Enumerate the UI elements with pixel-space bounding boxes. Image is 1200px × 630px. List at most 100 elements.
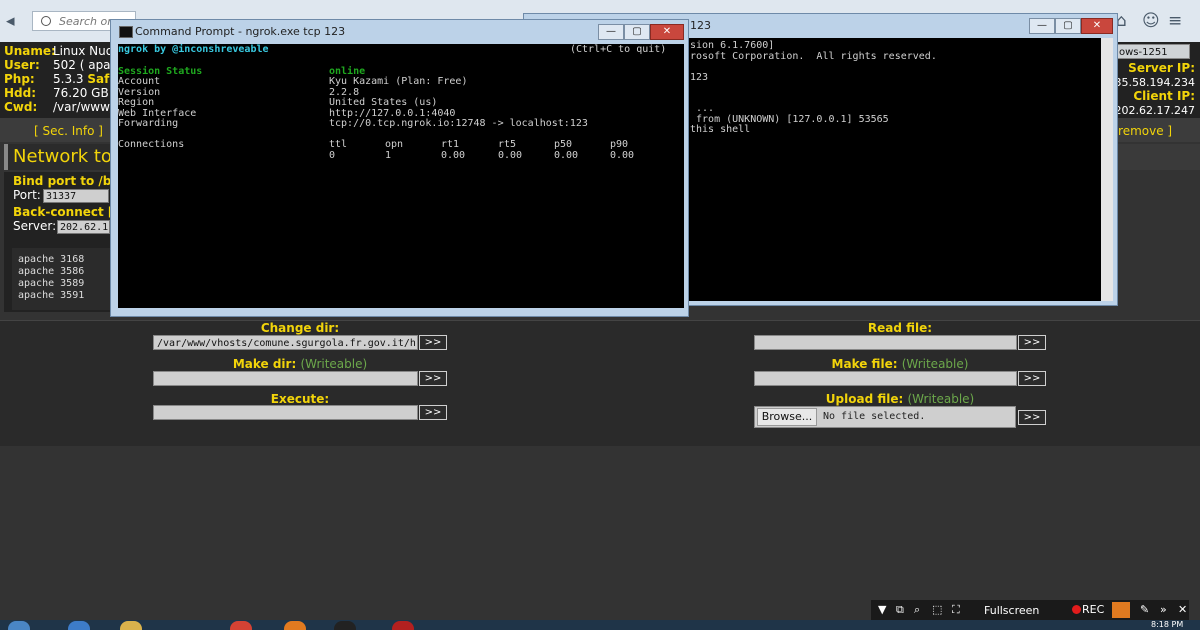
search-icon	[41, 16, 51, 26]
header-right-fill	[1112, 144, 1200, 170]
close-icon[interactable]: ✕	[1178, 603, 1187, 616]
conn-value: 1	[385, 150, 392, 161]
cmd-back-title: 123	[690, 19, 711, 32]
conn-header: rt5	[498, 139, 517, 150]
hdd-value: 76.20 GB	[53, 86, 109, 100]
conn-header: rt1	[441, 139, 460, 150]
start-button[interactable]	[8, 621, 30, 630]
conn-value: 0	[329, 150, 336, 161]
execute-go-button[interactable]: >>	[419, 405, 447, 420]
minimize-button[interactable]: —	[1029, 18, 1055, 34]
make-file-go-button[interactable]: >>	[1018, 371, 1046, 386]
back-icon[interactable]: ◂	[6, 12, 15, 30]
process-row: apache 3168	[18, 254, 85, 265]
browse-button[interactable]: Browse...	[757, 408, 817, 426]
recorder-taskbar-icon[interactable]	[392, 621, 414, 630]
fullscreen-button[interactable]: Fullscreen	[984, 604, 1039, 617]
zoom-icon[interactable]: ⌕	[914, 603, 920, 617]
client-ip-value: 202.62.17.247	[1114, 104, 1195, 117]
fullscreen-icon[interactable]: ⛶	[952, 603, 960, 617]
forwarding-value: tcp://0.tcp.ngrok.io:12748 -> localhost:…	[329, 118, 588, 129]
conn-header: p90	[610, 139, 629, 150]
chat-icon[interactable]: ☺	[1142, 12, 1160, 30]
cmd-taskbar-icon[interactable]	[334, 621, 356, 630]
execute-input[interactable]	[153, 405, 418, 420]
forwarding-key: Forwarding	[118, 118, 179, 129]
conn-value: 0.00	[610, 150, 635, 161]
hdd-label: Hdd:	[4, 86, 37, 100]
make-dir-label: Make dir: (Writeable)	[232, 357, 368, 371]
explorer-icon[interactable]	[120, 621, 142, 630]
console-line: rosoft Corporation. All rights reserved.	[690, 51, 937, 62]
ie-icon[interactable]	[68, 621, 90, 630]
php-value: 5.3.3 Safe	[53, 72, 117, 86]
network-tools-title: Network too	[13, 146, 123, 167]
record-button[interactable]: REC	[1082, 603, 1104, 616]
menu-icon[interactable]: ≡	[1168, 12, 1182, 30]
make-dir-go-button[interactable]: >>	[419, 371, 447, 386]
cmd-ngrok-title: Command Prompt - ngrok.exe tcp 123	[135, 25, 346, 38]
pen-icon[interactable]: ✎	[1140, 603, 1149, 616]
camera-icon[interactable]	[1112, 602, 1130, 618]
region-value: United States (us)	[329, 97, 438, 108]
user-label: User:	[4, 58, 40, 72]
change-dir-go-button[interactable]: >>	[419, 335, 447, 350]
console-line: sion 6.1.7600]	[690, 40, 775, 51]
window-icon[interactable]: ⧉	[896, 603, 904, 617]
collapse-icon[interactable]: »	[1160, 603, 1167, 616]
change-dir-label: Change dir:	[260, 321, 340, 335]
uname-label: Uname:	[4, 44, 56, 58]
process-row: apache 3589	[18, 278, 85, 289]
make-file-input[interactable]	[754, 371, 1017, 386]
sec-info-link[interactable]: [ Sec. Info ]	[34, 124, 103, 138]
no-file-text: No file selected.	[823, 411, 926, 422]
region-select-icon[interactable]: ⬚	[932, 603, 942, 616]
upload-go-button[interactable]: >>	[1018, 410, 1046, 425]
conn-header: opn	[385, 139, 404, 150]
upload-file-label: Upload file: (Writeable)	[825, 392, 975, 406]
read-file-input[interactable]	[754, 335, 1017, 350]
read-file-label: Read file:	[867, 321, 933, 335]
connections-label: Connections	[118, 139, 185, 150]
firefox-icon[interactable]	[284, 621, 306, 630]
execute-label: Execute:	[270, 392, 330, 406]
close-button[interactable]: ✕	[1081, 18, 1113, 34]
record-icon	[1072, 605, 1081, 614]
process-row: apache 3591	[18, 290, 85, 301]
make-file-label: Make file: (Writeable)	[831, 357, 969, 371]
account-value: Kyu Kazami (Plan: Free)	[329, 76, 468, 87]
conn-value: 0.00	[554, 150, 579, 161]
dropdown-icon[interactable]: ▼	[878, 603, 886, 616]
make-dir-input[interactable]	[153, 371, 418, 386]
charset-select[interactable]: ows-1251	[1112, 44, 1190, 59]
ngrok-console[interactable]: ngrok by @inconshreveable (Ctrl+C to qui…	[118, 44, 684, 308]
back-connect-label: Back-connect [p	[13, 205, 123, 219]
ngrok-header: ngrok by @inconshreveable	[118, 44, 269, 55]
change-dir-input[interactable]: /var/www/vhosts/comune.sgurgola.fr.gov.i…	[153, 335, 418, 350]
console-line: 123	[690, 72, 709, 83]
server-ip-label: Server IP:	[1128, 61, 1195, 75]
server-label: Server:	[13, 219, 57, 233]
cwd-value[interactable]: /var/www/	[53, 100, 114, 114]
server-input[interactable]: 202.62.1	[57, 220, 110, 234]
maximize-button[interactable]: ▢	[624, 24, 650, 40]
server-ip-value: 35.58.194.234	[1114, 76, 1195, 89]
cmd-window-ngrok[interactable]: Command Prompt - ngrok.exe tcp 123 — ▢ ✕…	[110, 19, 689, 317]
conn-header: p50	[554, 139, 573, 150]
user-value: 502 ( apac	[53, 58, 118, 72]
close-button[interactable]: ✕	[650, 24, 684, 40]
cmd-app-icon	[119, 26, 133, 38]
minimize-button[interactable]: —	[598, 24, 624, 40]
cwd-label: Cwd:	[4, 100, 38, 114]
port-input[interactable]: 31337	[43, 189, 109, 203]
read-file-go-button[interactable]: >>	[1018, 335, 1046, 350]
php-label: Php:	[4, 72, 35, 86]
conn-header: ttl	[329, 139, 348, 150]
chrome-icon[interactable]	[230, 621, 252, 630]
vertical-scrollbar[interactable]	[1101, 38, 1113, 301]
page-empty-area	[0, 446, 1200, 598]
process-row: apache 3586	[18, 266, 85, 277]
maximize-button[interactable]: ▢	[1055, 18, 1081, 34]
self-remove-link[interactable]: f remove ]	[1110, 124, 1172, 138]
conn-value: 0.00	[498, 150, 523, 161]
